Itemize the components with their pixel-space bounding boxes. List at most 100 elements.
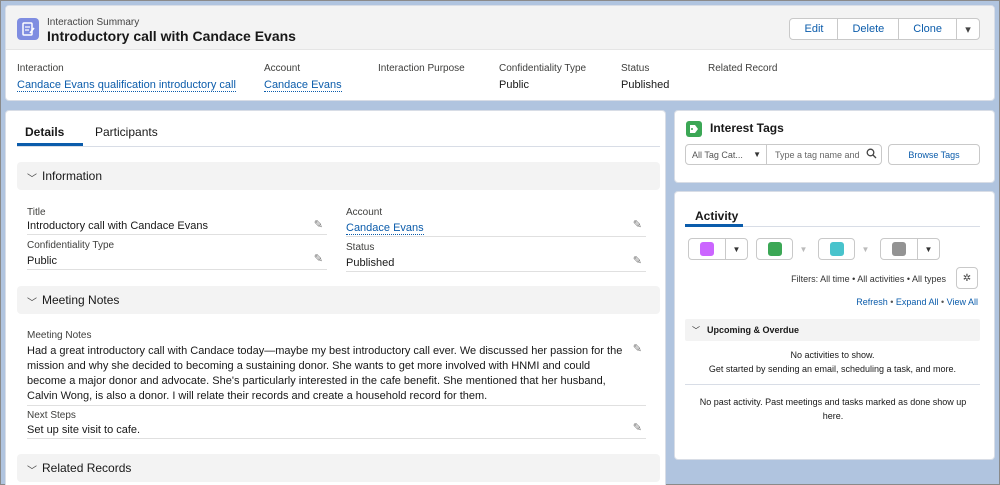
chevron-down-icon[interactable]: ▼ bbox=[855, 238, 876, 260]
highlight-label: Interaction bbox=[17, 63, 236, 74]
no-past-activity-message: No past activity. Past meetings and task… bbox=[693, 395, 973, 423]
edit-pencil-icon[interactable]: ✎ bbox=[314, 218, 323, 231]
section-related-records[interactable]: ﹀ Related Records bbox=[17, 454, 660, 482]
tab-participants[interactable]: Participants bbox=[95, 125, 158, 139]
more-actions-button[interactable]: ▾ bbox=[956, 18, 980, 40]
expand-all-link[interactable]: Expand All bbox=[896, 297, 939, 307]
field-value: Published bbox=[346, 257, 394, 269]
chevron-down-icon: ▼ bbox=[753, 150, 761, 159]
highlight-status: Status Published bbox=[621, 63, 669, 91]
activity-divider bbox=[685, 384, 980, 385]
edit-pencil-icon[interactable]: ✎ bbox=[633, 218, 642, 231]
clone-button[interactable]: Clone bbox=[898, 18, 957, 40]
chevron-down-icon[interactable]: ▼ bbox=[793, 238, 814, 260]
event-icon bbox=[689, 239, 726, 259]
field-meeting-notes: Meeting Notes Had a great introductory c… bbox=[27, 330, 646, 406]
search-icon bbox=[866, 148, 877, 162]
chevron-down-icon[interactable]: ▼ bbox=[918, 239, 939, 259]
interaction-link[interactable]: Candace Evans qualification introductory… bbox=[17, 79, 236, 92]
highlight-label: Status bbox=[621, 63, 669, 74]
meeting-notes-text: Had a great introductory call with Canda… bbox=[27, 344, 627, 404]
call-icon bbox=[818, 238, 855, 260]
field-label: Account bbox=[346, 207, 382, 218]
highlight-label: Interaction Purpose bbox=[378, 63, 465, 74]
highlight-interaction: Interaction Candace Evans qualification … bbox=[17, 63, 236, 91]
section-information[interactable]: ﹀ Information bbox=[17, 162, 660, 190]
interest-tags-title: Interest Tags bbox=[710, 121, 784, 135]
browse-tags-button[interactable]: Browse Tags bbox=[888, 144, 980, 165]
highlight-label: Confidentiality Type bbox=[499, 63, 586, 74]
highlight-related-record: Related Record bbox=[708, 63, 777, 77]
edit-pencil-icon[interactable]: ✎ bbox=[633, 421, 642, 434]
edit-pencil-icon[interactable]: ✎ bbox=[314, 252, 323, 265]
header-actions: Edit Delete Clone ▾ bbox=[790, 18, 980, 40]
tag-category-select[interactable]: All Tag Cat... ▼ bbox=[685, 144, 767, 165]
edit-pencil-icon[interactable]: ✎ bbox=[633, 254, 642, 267]
section-meeting-notes[interactable]: ﹀ Meeting Notes bbox=[17, 286, 660, 314]
tab-details[interactable]: Details bbox=[25, 125, 64, 139]
field-value: Introductory call with Candace Evans bbox=[27, 220, 208, 232]
chevron-down-icon: ﹀ bbox=[27, 170, 37, 185]
new-event-button[interactable]: ▼ bbox=[688, 238, 748, 260]
edit-pencil-icon[interactable]: ✎ bbox=[633, 342, 642, 355]
log-call-button[interactable]: ▼ bbox=[818, 238, 876, 260]
active-tab-indicator bbox=[685, 224, 743, 227]
delete-button[interactable]: Delete bbox=[837, 18, 899, 40]
no-activities-message: No activities to show. Get started by se… bbox=[685, 348, 980, 376]
field-label: Confidentiality Type bbox=[27, 240, 114, 251]
chevron-down-icon[interactable]: ▼ bbox=[726, 239, 747, 259]
link-separator: • bbox=[941, 297, 944, 307]
filter-settings-gear-icon[interactable]: ✲ bbox=[956, 267, 978, 289]
account-field-link[interactable]: Candace Evans bbox=[346, 222, 424, 235]
field-account: Account Candace Evans ✎ bbox=[346, 207, 646, 237]
chevron-down-icon: ▾ bbox=[965, 23, 971, 36]
tag-icon bbox=[686, 121, 702, 137]
tag-search-input[interactable]: Type a tag name and bbox=[766, 144, 882, 165]
view-all-link[interactable]: View All bbox=[947, 297, 978, 307]
edit-button[interactable]: Edit bbox=[789, 18, 838, 40]
tab-activity[interactable]: Activity bbox=[695, 209, 738, 223]
field-next-steps: Next Steps Set up site visit to cafe. ✎ bbox=[27, 410, 646, 439]
field-status: Status Published ✎ bbox=[346, 242, 646, 272]
field-title: Title Introductory call with Candace Eva… bbox=[27, 207, 327, 235]
activity-card: Activity ▼ ▼ ▼ ▼ Filters: All time • All… bbox=[674, 191, 995, 460]
field-value: Set up site visit to cafe. bbox=[27, 424, 140, 436]
activity-links: Refresh • Expand All • View All bbox=[856, 297, 978, 307]
field-label: Next Steps bbox=[27, 410, 76, 421]
active-tab-indicator bbox=[17, 143, 83, 146]
highlight-label: Related Record bbox=[708, 63, 777, 74]
activity-filters: Filters: All time • All activities • All… bbox=[791, 274, 946, 284]
account-link[interactable]: Candace Evans bbox=[264, 79, 342, 92]
search-placeholder: Type a tag name and bbox=[775, 150, 860, 160]
field-value: Public bbox=[27, 255, 57, 267]
upcoming-overdue-section[interactable]: ﹀ Upcoming & Overdue bbox=[685, 319, 980, 341]
header-top: Interaction Summary Introductory call wi… bbox=[6, 6, 994, 50]
chevron-down-icon: ﹀ bbox=[692, 325, 700, 336]
interest-tags-card: Interest Tags All Tag Cat... ▼ Type a ta… bbox=[674, 110, 995, 183]
interaction-summary-icon bbox=[17, 18, 39, 40]
field-label: Title bbox=[27, 207, 46, 218]
record-header: Interaction Summary Introductory call wi… bbox=[5, 5, 995, 101]
email-icon bbox=[881, 239, 918, 259]
chevron-down-icon: ﹀ bbox=[27, 462, 37, 477]
new-task-button[interactable]: ▼ bbox=[756, 238, 814, 260]
section-title: Related Records bbox=[42, 461, 131, 475]
highlight-account: Account Candace Evans bbox=[264, 63, 342, 91]
field-confidentiality: Confidentiality Type Public ✎ bbox=[27, 240, 327, 270]
refresh-link[interactable]: Refresh bbox=[856, 297, 888, 307]
empty-hint: Get started by sending an email, schedul… bbox=[685, 362, 980, 376]
page-title: Introductory call with Candace Evans bbox=[47, 28, 296, 44]
send-email-button[interactable]: ▼ bbox=[880, 238, 940, 260]
empty-title: No activities to show. bbox=[685, 348, 980, 362]
field-label: Status bbox=[346, 242, 374, 253]
section-title: Upcoming & Overdue bbox=[707, 325, 799, 335]
highlight-value: Public bbox=[499, 79, 529, 91]
section-title: Information bbox=[42, 169, 102, 183]
record-tabs: Details Participants bbox=[17, 111, 660, 147]
section-title: Meeting Notes bbox=[42, 293, 119, 307]
highlight-label: Account bbox=[264, 63, 342, 74]
field-label: Meeting Notes bbox=[27, 330, 91, 341]
select-value: All Tag Cat... bbox=[692, 150, 743, 160]
task-icon bbox=[756, 238, 793, 260]
chevron-down-icon: ﹀ bbox=[27, 294, 37, 309]
